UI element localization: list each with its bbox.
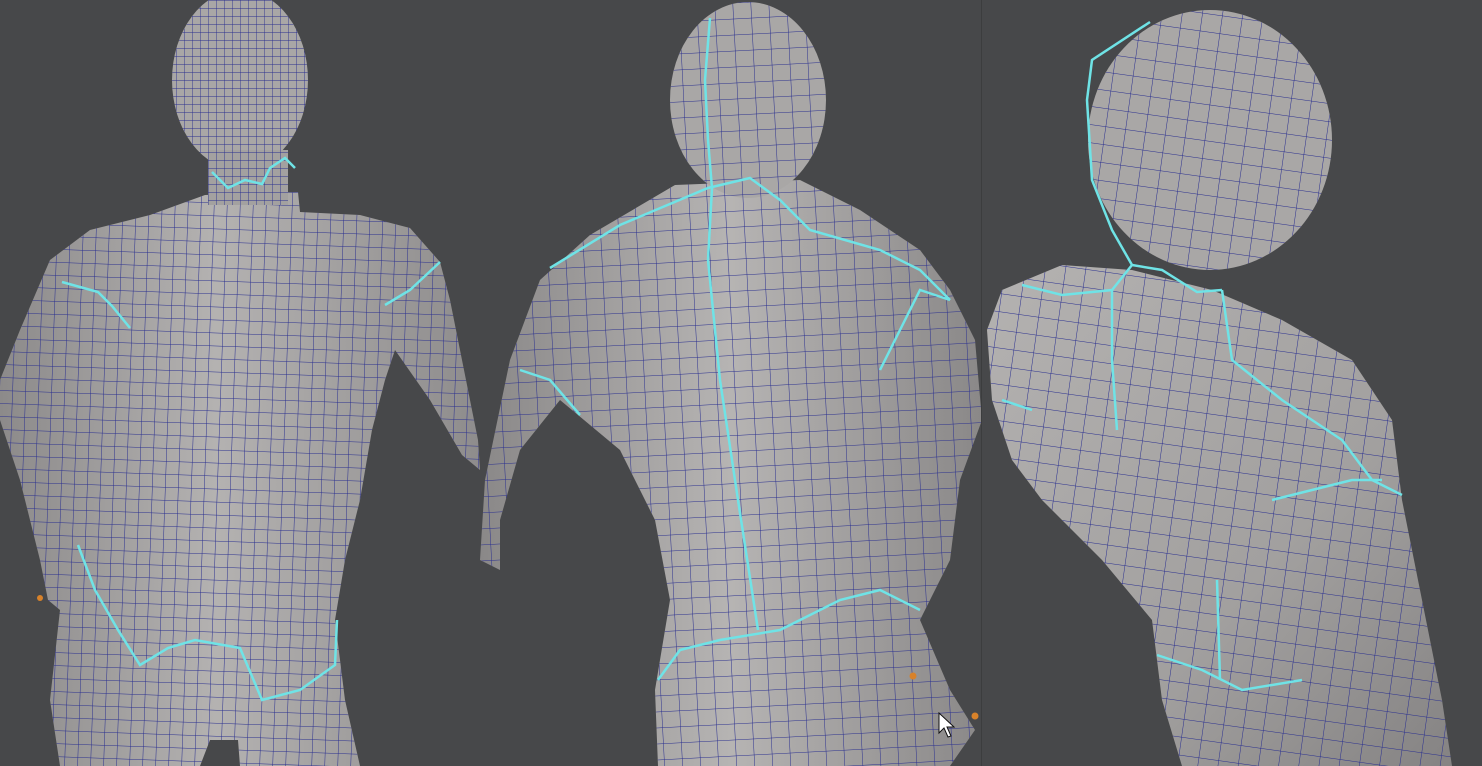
viewport-front[interactable] xyxy=(0,0,480,766)
viewport-strip xyxy=(0,0,1482,766)
mouse-pointer-icon xyxy=(938,712,956,738)
mesh-shoulder-view-icon xyxy=(987,10,1452,766)
mesh-front-view-icon xyxy=(0,0,480,766)
viewport-back[interactable] xyxy=(480,0,982,766)
mesh-back-view-icon xyxy=(480,2,982,766)
viewport-back-quarter[interactable] xyxy=(982,0,1482,766)
